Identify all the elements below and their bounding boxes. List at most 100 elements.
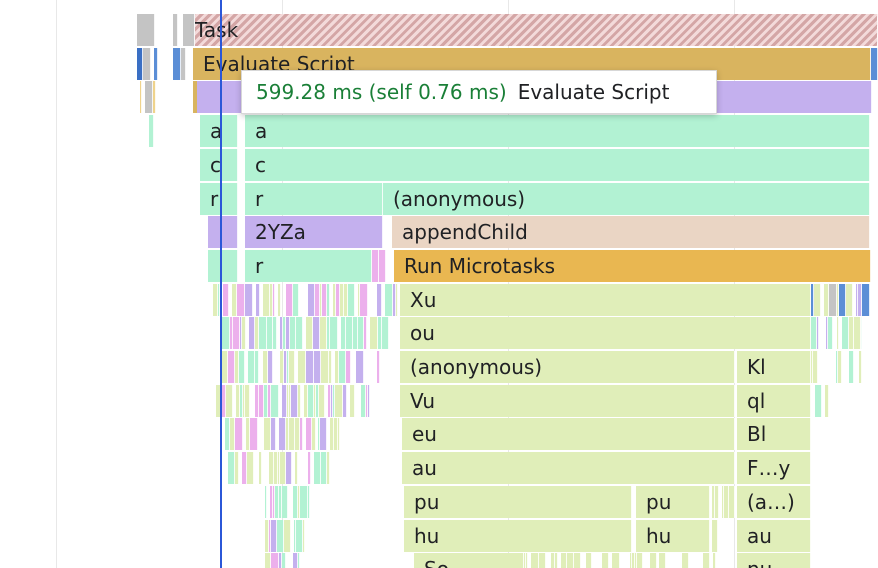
call-slice-ou[interactable]: ou bbox=[400, 317, 811, 349]
call-sliver[interactable] bbox=[291, 385, 298, 417]
call-sliver[interactable] bbox=[396, 284, 398, 316]
call-slice-a-ellipsis[interactable]: (a…) bbox=[737, 486, 811, 518]
call-sliver[interactable] bbox=[859, 351, 862, 383]
call-sliver[interactable] bbox=[308, 284, 315, 316]
call-sliver[interactable] bbox=[298, 351, 306, 383]
call-slice-c[interactable]: c bbox=[245, 149, 870, 181]
call-sliver[interactable] bbox=[712, 520, 718, 552]
call-sliver[interactable] bbox=[247, 452, 254, 484]
call-slice-au[interactable]: au bbox=[402, 452, 735, 484]
call-slice-bl[interactable]: Bl bbox=[737, 418, 811, 450]
call-sliver[interactable] bbox=[346, 317, 353, 349]
call-sliver[interactable] bbox=[278, 284, 281, 316]
call-sliver[interactable] bbox=[327, 452, 330, 484]
call-sliver[interactable] bbox=[313, 317, 320, 349]
call-sliver[interactable] bbox=[814, 284, 821, 316]
call-sliver[interactable] bbox=[539, 553, 546, 568]
call-sliver[interactable] bbox=[279, 418, 286, 450]
call-sliver[interactable] bbox=[828, 317, 833, 349]
call-slice-au2[interactable]: au bbox=[737, 520, 811, 552]
call-slice-c-small[interactable]: c bbox=[200, 149, 238, 181]
call-sliver[interactable] bbox=[314, 351, 321, 383]
call-sliver[interactable] bbox=[239, 351, 245, 383]
call-slice-hu[interactable]: hu bbox=[404, 520, 632, 552]
call-sliver[interactable] bbox=[300, 418, 303, 450]
call-sliver[interactable] bbox=[612, 553, 620, 568]
compile-slice-small[interactable] bbox=[208, 216, 238, 248]
call-sliver[interactable] bbox=[368, 385, 370, 417]
call-sliver[interactable] bbox=[245, 385, 250, 417]
compile-sliver[interactable] bbox=[145, 81, 153, 113]
script-sliver[interactable] bbox=[143, 48, 151, 80]
call-sliver[interactable] bbox=[284, 520, 291, 552]
call-slice-2yza[interactable]: 2YZa bbox=[245, 216, 383, 248]
call-sliver[interactable] bbox=[385, 284, 393, 316]
call-sliver[interactable] bbox=[273, 284, 275, 316]
call-sliver[interactable] bbox=[289, 351, 295, 383]
call-sliver[interactable] bbox=[271, 385, 279, 417]
call-sliver[interactable] bbox=[377, 284, 382, 316]
call-sliver[interactable] bbox=[277, 520, 284, 552]
call-sliver[interactable] bbox=[555, 553, 558, 568]
call-slice-anonymous[interactable]: (anonymous) bbox=[383, 183, 870, 215]
call-sliver[interactable] bbox=[222, 317, 230, 349]
call-sliver[interactable] bbox=[259, 452, 262, 484]
call-sliver[interactable] bbox=[296, 317, 303, 349]
call-sliver[interactable] bbox=[263, 284, 270, 316]
call-sliver[interactable] bbox=[245, 284, 253, 316]
call-sliver[interactable] bbox=[715, 486, 719, 518]
call-sliver[interactable] bbox=[854, 317, 861, 349]
call-sliver[interactable] bbox=[237, 284, 245, 316]
call-sliver[interactable] bbox=[817, 317, 819, 349]
call-slice-r2[interactable]: r bbox=[245, 250, 372, 282]
call-slice-fy[interactable]: F…y bbox=[737, 452, 811, 484]
call-sliver[interactable] bbox=[271, 553, 279, 568]
call-sliver[interactable] bbox=[235, 452, 239, 484]
call-sliver[interactable] bbox=[248, 351, 255, 383]
call-sliver[interactable] bbox=[303, 520, 305, 552]
task-self-sliver[interactable] bbox=[183, 14, 195, 46]
call-sliver[interactable] bbox=[348, 284, 355, 316]
call-sliver[interactable] bbox=[364, 317, 367, 349]
call-sliver[interactable] bbox=[839, 284, 846, 316]
call-slice-so[interactable]: So bbox=[414, 553, 524, 568]
call-sliver[interactable] bbox=[259, 317, 267, 349]
call-sliver[interactable] bbox=[526, 553, 528, 568]
call-sliver[interactable] bbox=[319, 385, 325, 417]
script-sliver[interactable] bbox=[154, 48, 158, 80]
call-slice-ql[interactable]: ql bbox=[737, 385, 811, 417]
call-sliver[interactable] bbox=[298, 553, 300, 568]
call-sliver[interactable] bbox=[713, 553, 716, 568]
call-sliver[interactable] bbox=[296, 520, 303, 552]
call-sliver[interactable] bbox=[861, 317, 862, 349]
call-sliver[interactable] bbox=[567, 553, 574, 568]
call-sliver[interactable] bbox=[300, 486, 308, 518]
call-sliver[interactable] bbox=[682, 553, 689, 568]
call-sliver[interactable] bbox=[235, 418, 243, 450]
call-slice-pu[interactable]: pu bbox=[404, 486, 632, 518]
call-sliver[interactable] bbox=[650, 553, 657, 568]
call-sliver[interactable] bbox=[372, 250, 379, 282]
call-sliver[interactable] bbox=[382, 317, 389, 349]
call-slice-r-small[interactable]: r bbox=[200, 183, 238, 215]
run-microtasks-slice[interactable]: Run Microtasks bbox=[394, 250, 871, 282]
call-sliver[interactable] bbox=[838, 351, 842, 383]
call-slice-vu[interactable]: Vu bbox=[400, 385, 735, 417]
task-sliver[interactable] bbox=[173, 14, 178, 46]
append-child-slice[interactable]: appendChild bbox=[392, 216, 870, 248]
call-sliver[interactable] bbox=[379, 250, 386, 282]
call-sliver[interactable] bbox=[531, 553, 539, 568]
call-slice-a-small[interactable]: a bbox=[200, 115, 238, 147]
call-sliver[interactable] bbox=[343, 385, 347, 417]
call-sliver[interactable] bbox=[308, 452, 311, 484]
call-sliver[interactable] bbox=[837, 317, 839, 349]
call-sliver[interactable] bbox=[265, 486, 267, 518]
call-sliver[interactable] bbox=[286, 452, 292, 484]
call-sliver[interactable] bbox=[321, 351, 329, 383]
call-sliver[interactable] bbox=[370, 317, 378, 349]
compile-sliver[interactable] bbox=[140, 81, 142, 113]
call-sliver[interactable] bbox=[312, 418, 316, 450]
call-sliver[interactable] bbox=[268, 351, 273, 383]
call-sliver[interactable] bbox=[221, 351, 228, 383]
call-sliver[interactable] bbox=[255, 351, 259, 383]
